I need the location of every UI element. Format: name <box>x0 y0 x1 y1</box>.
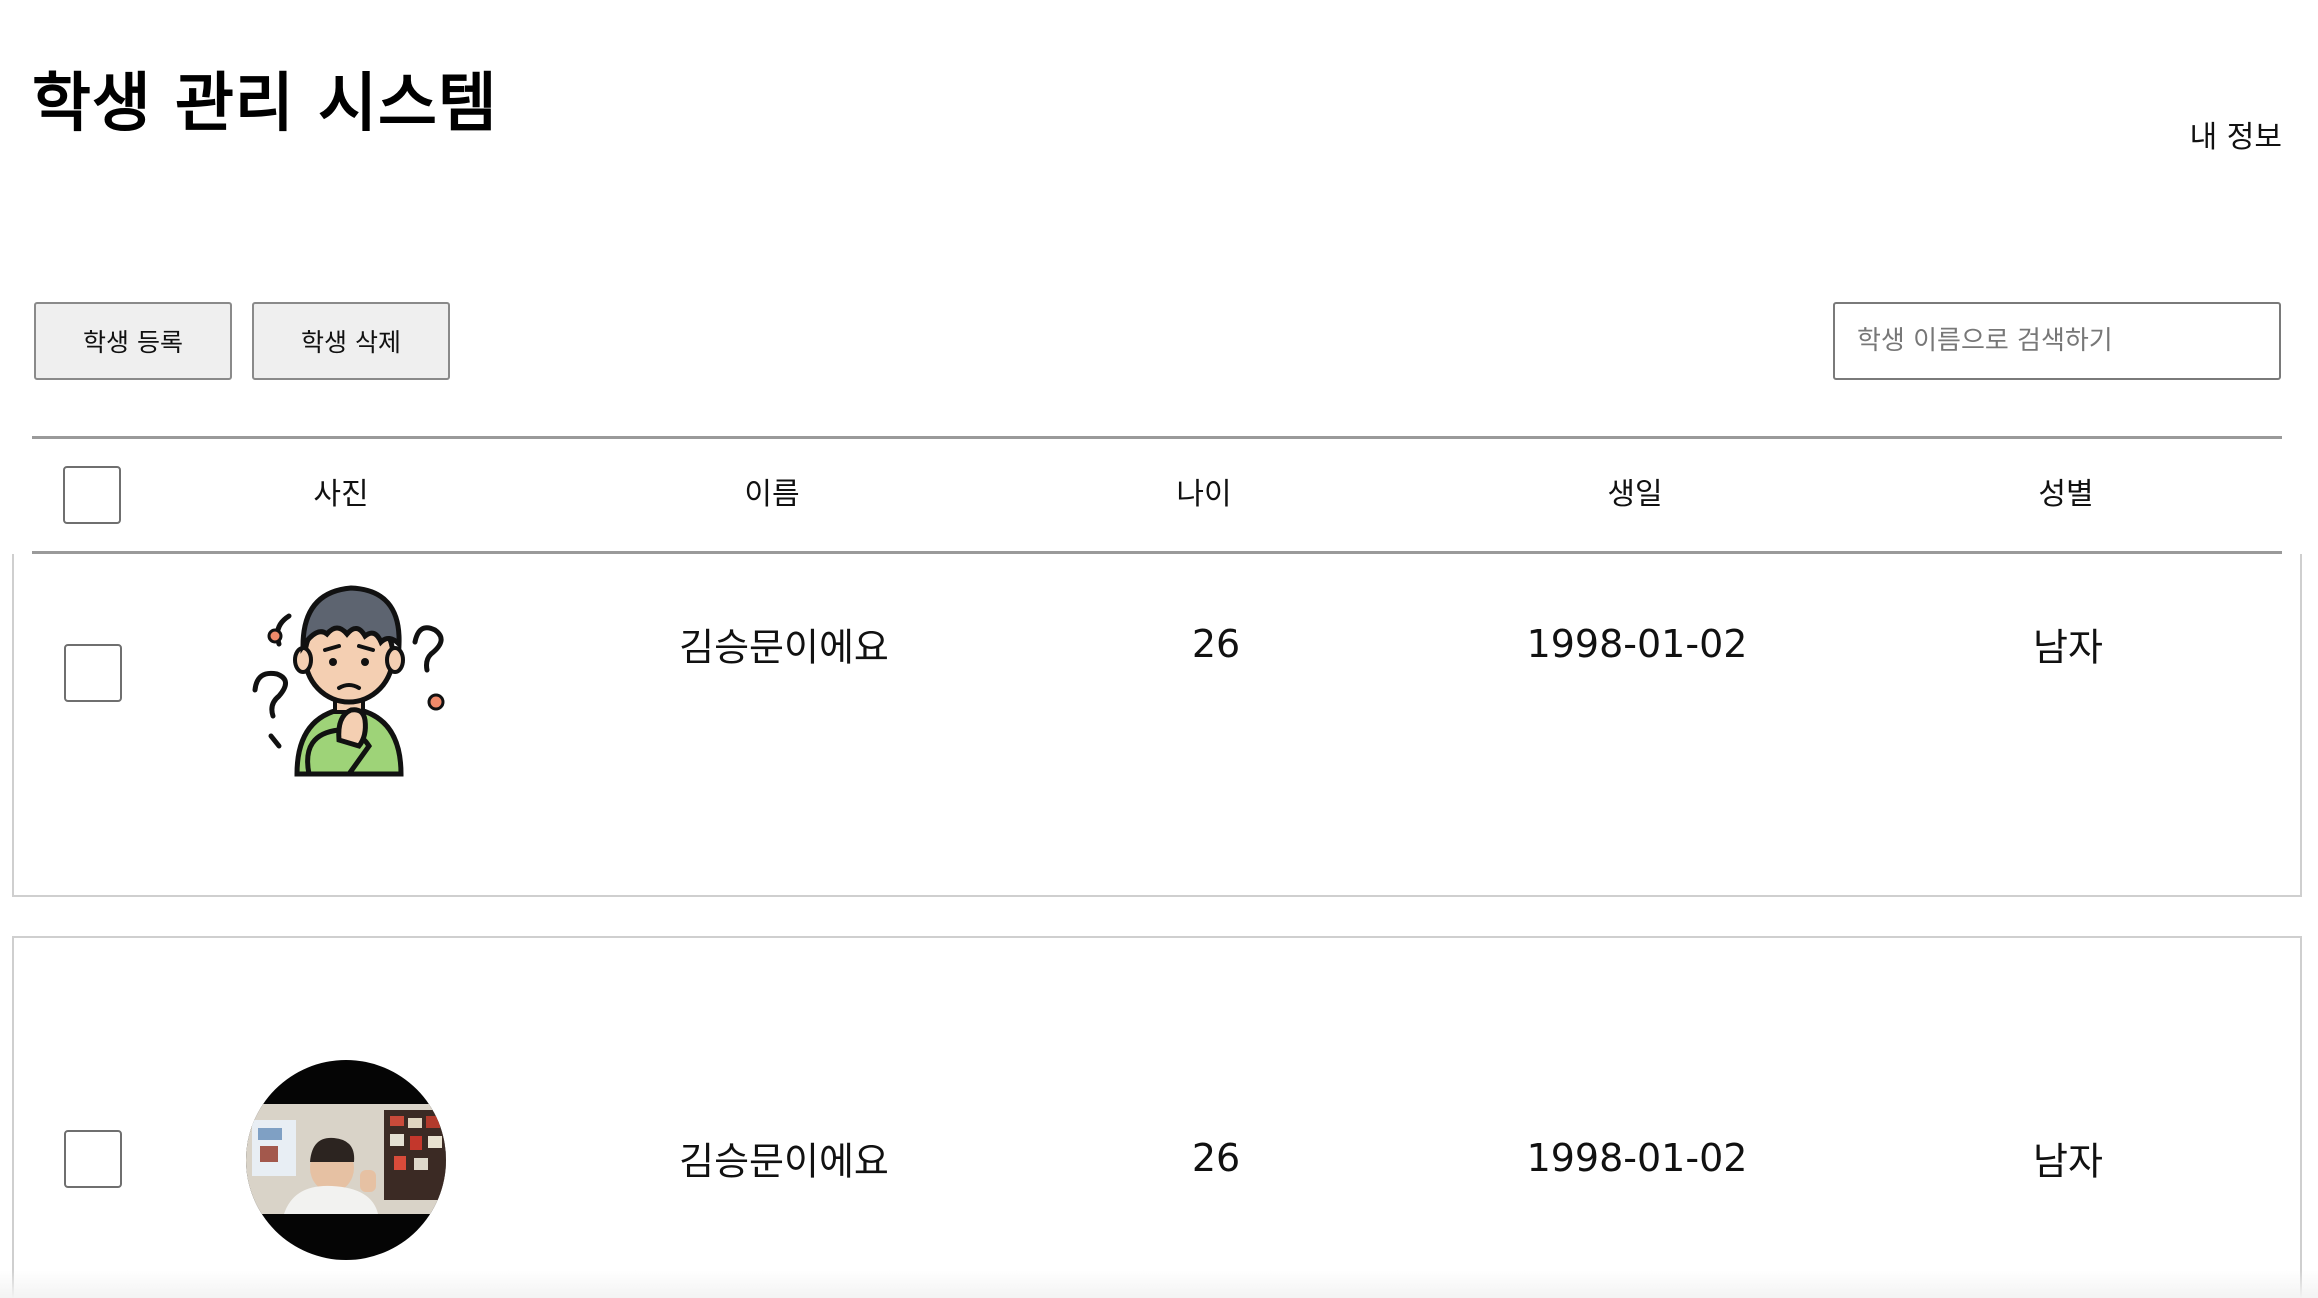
student-name: 김승문이에요 <box>679 625 889 670</box>
student-birthday: 1998-01-02 <box>1526 1136 1748 1180</box>
table-header: 사진 이름 나이 생일 성별 <box>32 436 2282 554</box>
row-checkbox[interactable] <box>64 1130 122 1188</box>
confused-boy-avatar-icon <box>252 585 445 777</box>
search-input[interactable] <box>1833 302 2281 380</box>
student-age: 26 <box>1191 1136 1241 1180</box>
column-header-age: 나이 <box>1176 477 1232 512</box>
student-birthday: 1998-01-02 <box>1526 622 1748 666</box>
student-management-page: 학생 관리 시스템 내 정보 학생 등록 학생 삭제 사진 이름 나이 생일 성… <box>0 0 2318 1298</box>
student-gender: 남자 <box>2033 625 2103 670</box>
page-title: 학생 관리 시스템 <box>32 67 498 141</box>
student-row[interactable]: 김승문이에요 26 1998-01-02 남자 <box>12 936 2302 1298</box>
select-all-checkbox[interactable] <box>63 466 121 524</box>
row-checkbox[interactable] <box>64 644 122 702</box>
student-photo-thumbnail <box>246 1060 446 1260</box>
student-row[interactable]: 김승문이에요 26 1998-01-02 남자 <box>12 554 2302 897</box>
delete-student-button[interactable]: 학생 삭제 <box>252 302 450 380</box>
column-header-birthday: 생일 <box>1607 477 1663 512</box>
column-header-gender: 성별 <box>2038 477 2094 512</box>
register-student-button[interactable]: 학생 등록 <box>34 302 232 380</box>
column-header-name: 이름 <box>744 477 800 512</box>
student-age: 26 <box>1191 622 1241 666</box>
my-info-link[interactable]: 내 정보 <box>2190 118 2282 158</box>
student-name: 김승문이에요 <box>679 1139 889 1184</box>
column-header-photo: 사진 <box>313 477 369 512</box>
student-gender: 남자 <box>2033 1139 2103 1184</box>
